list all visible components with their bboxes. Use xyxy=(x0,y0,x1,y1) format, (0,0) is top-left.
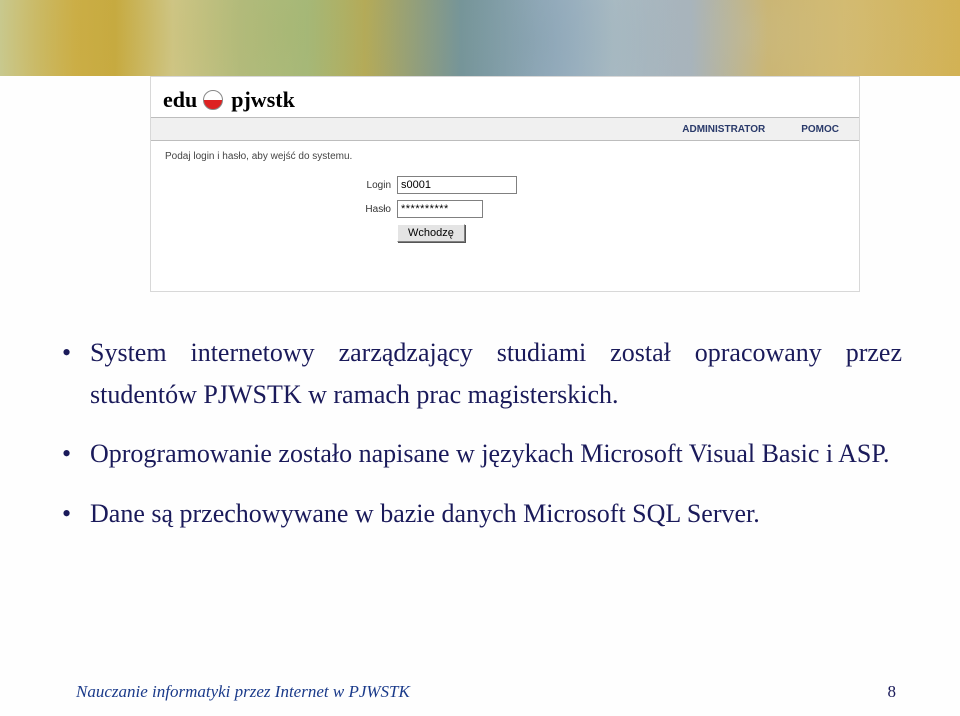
login-panel: edu pjwstk ADMINISTRATOR POMOC Podaj log… xyxy=(150,76,860,292)
bullet-dot: • xyxy=(62,493,90,535)
login-label: Login xyxy=(341,180,397,191)
submit-row: Wchodzę xyxy=(397,224,859,242)
bullet-dot: • xyxy=(62,332,90,415)
bullet-item-3: • Dane są przechowywane w bazie danych M… xyxy=(62,493,902,535)
logo-row: edu pjwstk xyxy=(151,77,859,117)
nav-bar: ADMINISTRATOR POMOC xyxy=(151,117,859,141)
bullet-text-2: Oprogramowanie zostało napisane w języka… xyxy=(90,433,902,475)
login-input[interactable] xyxy=(397,176,517,194)
footer: Nauczanie informatyki przez Internet w P… xyxy=(76,682,896,702)
decorative-header-background xyxy=(0,0,960,76)
bullet-item-1: • System internetowy zarządzający studia… xyxy=(62,332,902,415)
bullet-dot: • xyxy=(62,433,90,475)
password-label: Hasło xyxy=(341,204,397,215)
bullet-item-2: • Oprogramowanie zostało napisane w języ… xyxy=(62,433,902,475)
login-prompt: Podaj login i hasło, aby wejść do system… xyxy=(151,141,859,168)
bullet-text-1: System internetowy zarządzający studiami… xyxy=(90,332,902,415)
password-input[interactable] xyxy=(397,200,483,218)
logo-edu: edu xyxy=(163,87,197,113)
nav-help[interactable]: POMOC xyxy=(801,124,839,135)
password-row: Hasło xyxy=(341,200,859,218)
footer-text: Nauczanie informatyki przez Internet w P… xyxy=(76,682,410,702)
page-number: 8 xyxy=(888,682,897,702)
bullet-text-3: Dane są przechowywane w bazie danych Mic… xyxy=(90,493,902,535)
login-form: Login Hasło Wchodzę xyxy=(341,176,859,242)
login-row: Login xyxy=(341,176,859,194)
logo-pjwstk: pjwstk xyxy=(231,87,295,113)
nav-administrator[interactable]: ADMINISTRATOR xyxy=(682,124,765,135)
polish-flag-icon xyxy=(203,90,223,110)
slide-content: • System internetowy zarządzający studia… xyxy=(62,332,902,552)
submit-button[interactable]: Wchodzę xyxy=(397,224,465,242)
